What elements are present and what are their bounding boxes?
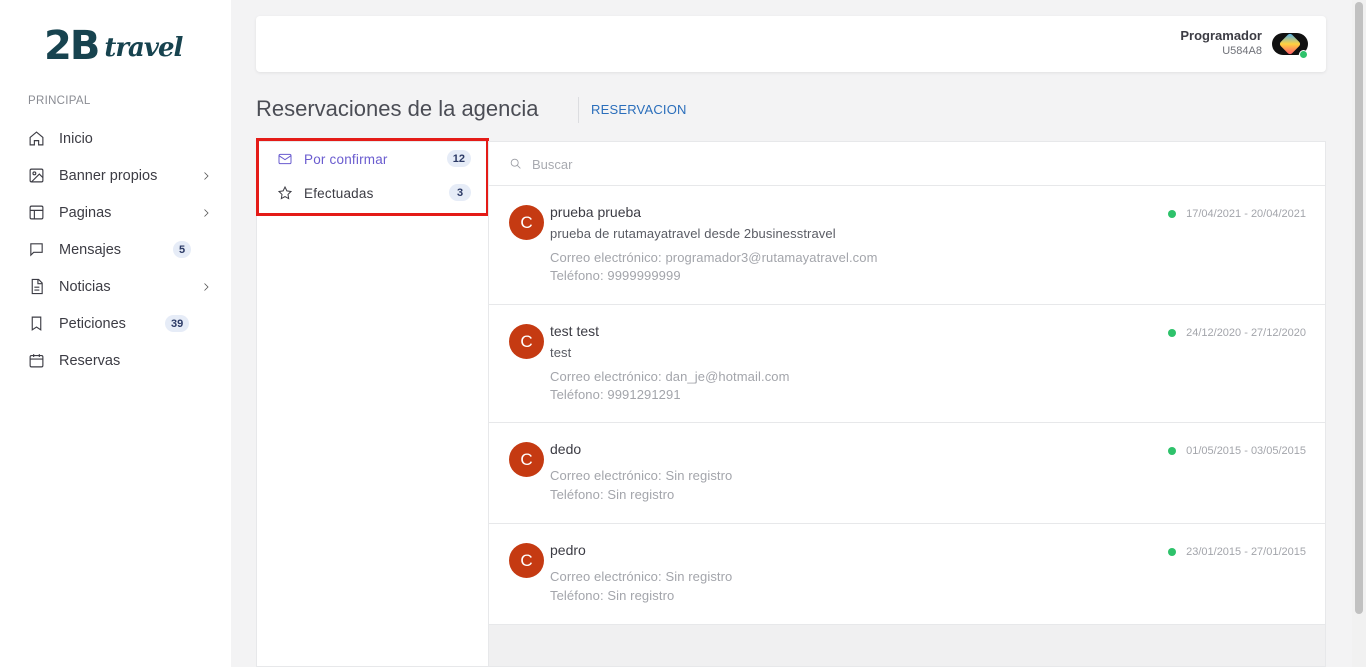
reservation-name: prueba prueba <box>550 204 642 220</box>
search-input[interactable] <box>532 153 1232 175</box>
reservation-email: Correo electrónico: programador3@rutamay… <box>550 250 878 265</box>
logo-script-text: travel <box>104 33 183 63</box>
reservation-phone: Teléfono: Sin registro <box>550 588 675 603</box>
peticiones-count-badge: 39 <box>165 315 190 332</box>
search-bar <box>489 142 1325 186</box>
filter-label: Efectuadas <box>304 185 374 201</box>
sidebar-item-reservas[interactable]: Reservas <box>0 342 231 379</box>
bookmark-icon <box>27 315 45 333</box>
reservation-email: Correo electrónico: Sin registro <box>550 468 733 483</box>
sidebar-item-label: Reservas <box>59 352 121 369</box>
reservation-email: Correo electrónico: Sin registro <box>550 569 733 584</box>
date-range-text: 17/04/2021 - 20/04/2021 <box>1186 208 1306 220</box>
mensajes-count-badge: 5 <box>173 241 192 258</box>
reservation-avatar: C <box>509 205 544 240</box>
logo-main-text: 2B <box>44 23 100 69</box>
search-icon <box>509 157 522 170</box>
date-range-text: 23/01/2015 - 27/01/2015 <box>1186 546 1306 558</box>
sidebar-item-label: Paginas <box>59 204 112 221</box>
breadcrumb-reservacion[interactable]: RESERVACION <box>591 102 687 117</box>
reservation-phone: Teléfono: Sin registro <box>550 487 675 502</box>
sidebar-item-mensajes[interactable]: Mensajes 5 <box>0 231 231 268</box>
sidebar-item-inicio[interactable]: Inicio <box>0 120 231 157</box>
user-avatar[interactable] <box>1272 32 1308 59</box>
sidebar-item-noticias[interactable]: Noticias <box>0 268 231 305</box>
reservation-date-range: 24/12/2020 - 27/12/2020 <box>1168 327 1306 339</box>
reservation-name: dedo <box>550 441 582 457</box>
sidebar-item-label: Peticiones <box>59 315 126 332</box>
layout-icon <box>27 204 45 222</box>
filter-label: Por confirmar <box>304 151 388 167</box>
sidebar-item-banner-propios[interactable]: Banner propios <box>0 157 231 194</box>
reservations-list: C prueba prueba prueba de rutamayatravel… <box>488 141 1326 667</box>
filter-por-confirmar[interactable]: Por confirmar 12 <box>277 149 471 169</box>
sidebar-item-label: Inicio <box>59 130 93 147</box>
chevron-right-icon <box>200 206 212 218</box>
page-scrollbar[interactable] <box>1352 0 1366 667</box>
scrollbar-thumb[interactable] <box>1355 2 1363 614</box>
sidebar: 2B travel PRINCIPAL Inicio Banner propio… <box>0 0 231 667</box>
image-icon <box>27 167 45 185</box>
filter-count-badge: 12 <box>446 150 471 167</box>
chevron-right-icon <box>200 280 212 292</box>
status-dot <box>1168 447 1177 455</box>
date-range-text: 01/05/2015 - 03/05/2015 <box>1186 445 1306 457</box>
date-range-text: 24/12/2020 - 27/12/2020 <box>1186 327 1306 339</box>
sidebar-item-label: Noticias <box>59 278 111 295</box>
online-status-dot <box>1299 50 1308 59</box>
status-dot <box>1168 548 1177 556</box>
reservation-avatar: C <box>509 543 544 578</box>
reservation-description: test <box>550 345 572 360</box>
avatar-image <box>1278 32 1302 56</box>
message-icon <box>27 241 45 259</box>
brand-logo[interactable]: 2B travel <box>44 18 183 69</box>
chevron-right-icon <box>200 169 212 181</box>
reservation-card[interactable]: C test test test Correo electrónico: dan… <box>489 305 1325 423</box>
user-name[interactable]: Programador <box>1180 28 1262 43</box>
sidebar-item-paginas[interactable]: Paginas <box>0 194 231 231</box>
status-dot <box>1168 210 1177 218</box>
filter-count-badge: 3 <box>449 184 471 201</box>
reservation-card[interactable]: C pedro Correo electrónico: Sin registro… <box>489 524 1325 625</box>
sidebar-item-label: Banner propios <box>59 167 158 184</box>
filter-efectuadas[interactable]: Efectuadas 3 <box>277 183 471 203</box>
file-text-icon <box>27 278 45 296</box>
sidebar-item-label: Mensajes <box>59 241 122 258</box>
sidebar-section-label: PRINCIPAL <box>28 95 91 107</box>
reservation-date-range: 17/04/2021 - 20/04/2021 <box>1168 208 1306 220</box>
mail-icon <box>277 151 293 167</box>
reservation-phone: Teléfono: 9999999999 <box>550 268 681 283</box>
calendar-icon <box>27 352 45 370</box>
reservation-email: Correo electrónico: dan_je@hotmail.com <box>550 369 790 384</box>
reservation-name: pedro <box>550 542 586 558</box>
reservation-date-range: 23/01/2015 - 27/01/2015 <box>1168 546 1306 558</box>
reservation-phone: Teléfono: 9991291291 <box>550 387 681 402</box>
reservation-description: prueba de rutamayatravel desde 2business… <box>550 226 836 241</box>
sidebar-nav: Inicio Banner propios Paginas Mensajes 5… <box>0 120 231 379</box>
star-icon <box>277 185 293 201</box>
sidebar-item-peticiones[interactable]: Peticiones 39 <box>0 305 231 342</box>
page-title: Reservaciones de la agencia <box>256 96 539 121</box>
reservation-avatar: C <box>509 442 544 477</box>
status-dot <box>1168 329 1177 337</box>
reservation-name: test test <box>550 323 600 339</box>
user-code: U584A8 <box>1222 45 1262 57</box>
home-icon <box>27 130 45 148</box>
filter-panel: Por confirmar 12 Efectuadas 3 <box>256 141 489 667</box>
reservation-avatar: C <box>509 324 544 359</box>
reservation-date-range: 01/05/2015 - 03/05/2015 <box>1168 445 1306 457</box>
title-divider <box>578 97 579 123</box>
reservation-card[interactable]: C dedo Correo electrónico: Sin registro … <box>489 423 1325 524</box>
reservation-card[interactable]: C prueba prueba prueba de rutamayatravel… <box>489 186 1325 305</box>
top-header: Programador U584A8 <box>256 16 1326 72</box>
